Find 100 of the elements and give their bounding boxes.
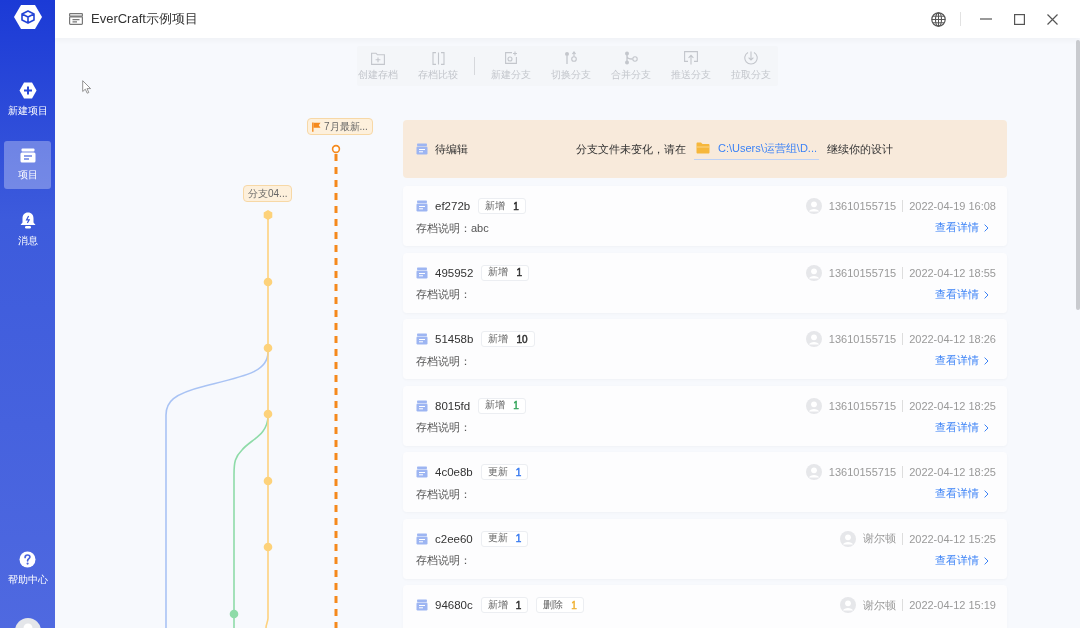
commit-hash: 495952 bbox=[435, 266, 474, 279]
author-name: 13610155715 bbox=[828, 399, 897, 412]
commit-note: 存档说明： bbox=[416, 353, 471, 369]
details-link[interactable]: 查看详情 bbox=[935, 354, 989, 368]
details-link[interactable]: 查看详情 bbox=[935, 221, 989, 235]
change-type: 新增 bbox=[485, 199, 506, 213]
pending-message: 分支文件未变化，请在 C:\Users\运营组\D... 继续你的设计 bbox=[576, 138, 893, 160]
commit-time: 2022-04-12 15:19 bbox=[909, 599, 996, 611]
avatar-icon bbox=[840, 597, 857, 613]
archive-icon bbox=[416, 333, 428, 345]
chevron-right-icon bbox=[984, 556, 989, 565]
node-dot-icon bbox=[263, 476, 273, 486]
commit-card[interactable]: c2ee60 更新 1 谢尔顿 2022-04-12 15:25 存档说明： 查看详情 bbox=[403, 518, 1007, 579]
details-link[interactable]: 查看详情 bbox=[935, 287, 989, 302]
archive-icon bbox=[416, 532, 428, 545]
ring-node-icon bbox=[331, 144, 341, 154]
commit-card[interactable]: 495952 新增 1 13610155715 2022-04-12 18:55 存档说明： 查看详情 bbox=[403, 252, 1007, 313]
sidebar-item[interactable]: 消息 bbox=[4, 206, 51, 254]
download-circle-icon bbox=[744, 51, 758, 65]
branch-name: 分支04... bbox=[248, 186, 288, 201]
change-count: 1 bbox=[515, 533, 522, 544]
change-type: 新增 bbox=[488, 266, 509, 279]
author-name: 13610155715 bbox=[828, 466, 897, 478]
node-dot-icon bbox=[229, 609, 239, 619]
folder-path-link[interactable]: C:\Users\运营组\D... bbox=[694, 138, 819, 160]
change-count: 1 bbox=[513, 200, 519, 212]
commit-hash: c2ee60 bbox=[435, 532, 473, 545]
change-count: 1 bbox=[513, 400, 519, 411]
commit-hash: ef272b bbox=[435, 200, 471, 212]
archive-icon bbox=[416, 599, 428, 611]
commit-time: 2022-04-12 18:25 bbox=[909, 466, 996, 478]
commit-card[interactable]: ef272b 新增 1 13610155715 2022-04-19 16:08 存档说明：abc 查看详情 bbox=[403, 186, 1007, 246]
archive-icon bbox=[416, 266, 428, 279]
commit-note: 存档说明： bbox=[416, 553, 471, 568]
square-plus-icon bbox=[504, 51, 518, 65]
status-text: 待编辑 bbox=[435, 141, 468, 157]
upload-box-icon bbox=[684, 51, 698, 65]
change-type: 更新 bbox=[487, 532, 508, 545]
node-dot-icon bbox=[263, 409, 273, 419]
archive-icon bbox=[416, 399, 428, 412]
avatar-icon bbox=[805, 464, 822, 480]
avatar-icon bbox=[805, 331, 822, 347]
archive-icon bbox=[416, 143, 428, 155]
details-link[interactable]: 查看详情 bbox=[935, 420, 989, 435]
change-count: 1 bbox=[515, 466, 522, 478]
flag-icon bbox=[312, 121, 321, 132]
commit-time: 2022-04-12 15:25 bbox=[909, 532, 996, 545]
branch-label[interactable]: 分支04... bbox=[243, 185, 293, 202]
archive-box-icon bbox=[69, 13, 83, 25]
commit-card[interactable]: 8015fd 新增 1 13610155715 2022-04-12 18:25 存档说明： 查看详情 bbox=[403, 385, 1007, 446]
sidebar-item[interactable]: 项目 bbox=[4, 141, 51, 189]
commit-card[interactable]: 51458b 新增 10 13610155715 2022-04-12 18:26 存档说明： 查看详情 bbox=[403, 319, 1007, 379]
commit-note: 存档说明： bbox=[416, 486, 471, 502]
folder-icon bbox=[696, 142, 710, 154]
bell-icon bbox=[19, 212, 36, 229]
commit-hash: 51458b bbox=[435, 333, 474, 345]
maximize-icon bbox=[1013, 13, 1025, 25]
close-icon bbox=[1046, 13, 1058, 25]
commit-hash: 94680c bbox=[435, 599, 473, 611]
chevron-right-icon bbox=[984, 423, 989, 432]
help-center-item[interactable]: 帮助中心 bbox=[4, 545, 51, 593]
sidebar-item[interactable]: 新建项目 bbox=[4, 76, 51, 124]
help-icon bbox=[19, 551, 36, 568]
minimize-icon bbox=[980, 18, 992, 20]
change-count: 10 bbox=[516, 333, 528, 345]
change-type: 新增 bbox=[488, 332, 509, 346]
chevron-right-icon bbox=[984, 490, 989, 498]
commit-hash: 4c0e8b bbox=[435, 466, 473, 478]
commit-time: 2022-04-12 18:55 bbox=[909, 266, 996, 279]
author-name: 13610155715 bbox=[828, 333, 897, 345]
change-type: 删除 bbox=[543, 598, 564, 612]
folder-plus-icon bbox=[371, 51, 385, 65]
commit-hash: 8015fd bbox=[435, 399, 471, 412]
scrollbar-thumb[interactable] bbox=[1076, 40, 1080, 310]
node-dot-icon bbox=[263, 277, 273, 287]
node-dot-icon bbox=[263, 542, 273, 552]
details-link[interactable]: 查看详情 bbox=[935, 487, 989, 501]
logo-icon bbox=[12, 4, 43, 30]
archive-box-icon bbox=[19, 148, 36, 163]
merge-nodes-icon bbox=[624, 51, 638, 65]
author-name: 13610155715 bbox=[828, 266, 897, 279]
commit-card[interactable]: 94680c 新增 1 删除 1 谢尔顿 2022-04-12 15:19 bbox=[403, 585, 1007, 628]
commit-time: 2022-04-12 18:25 bbox=[909, 399, 996, 412]
window-title: EverCraft示例项目 bbox=[91, 10, 198, 28]
avatar-icon bbox=[805, 198, 822, 214]
author-name: 谢尔顿 bbox=[863, 597, 897, 613]
branch-label[interactable]: 7月最新... bbox=[307, 118, 373, 135]
commit-card[interactable]: 4c0e8b 更新 1 13610155715 2022-04-12 18:25 存档说明： 查看详情 bbox=[403, 452, 1007, 512]
commit-note: 存档说明： bbox=[416, 420, 471, 435]
details-link[interactable]: 查看详情 bbox=[935, 553, 989, 568]
chevron-right-icon bbox=[984, 357, 989, 365]
author-name: 谢尔顿 bbox=[863, 531, 897, 546]
avatar-icon bbox=[805, 397, 822, 414]
avatar-icon bbox=[840, 530, 857, 547]
commit-note: 存档说明：abc bbox=[416, 220, 489, 236]
pointer-cursor-icon bbox=[82, 80, 92, 94]
change-type: 新增 bbox=[485, 399, 506, 412]
change-count: 1 bbox=[515, 599, 522, 611]
avatar-icon bbox=[805, 264, 822, 281]
change-count: 1 bbox=[571, 599, 577, 611]
